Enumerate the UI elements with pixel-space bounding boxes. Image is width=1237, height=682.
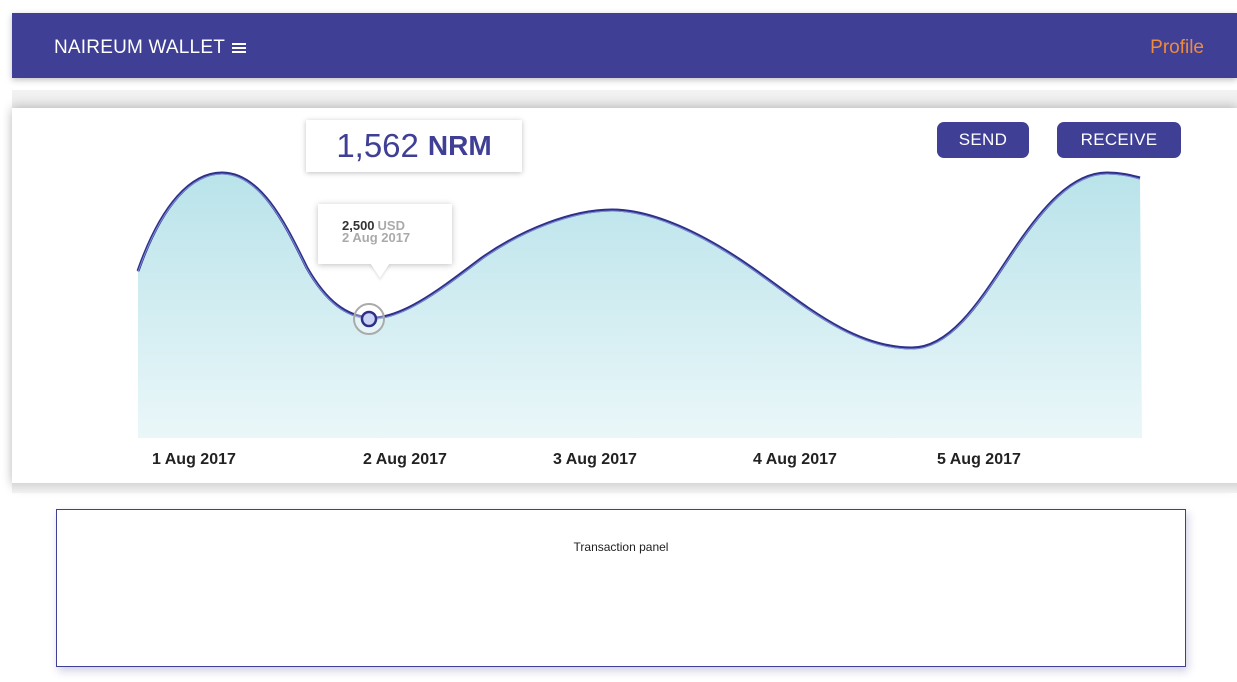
- x-axis-tick-label: 2 Aug 2017: [363, 451, 447, 468]
- app-brand[interactable]: NAIREUM WALLET: [54, 37, 247, 59]
- balance-chart-card: 1,562 NRM SEND RECEIVE 2,500 USD 2 Aug 20…: [12, 108, 1237, 483]
- balance-display: 1,562 NRM: [306, 120, 522, 172]
- x-axis-tick-label: 3 Aug 2017: [553, 451, 637, 468]
- x-axis-tick-label: 4 Aug 2017: [753, 451, 837, 468]
- x-axis-tick-label: 5 Aug 2017: [937, 451, 1021, 468]
- data-point-marker[interactable]: [360, 310, 378, 328]
- balance-area-chart: [136, 171, 1142, 438]
- hamburger-menu-icon[interactable]: [232, 43, 247, 54]
- send-button[interactable]: SEND: [937, 122, 1029, 158]
- tooltip-date: 2 Aug 2017: [342, 230, 411, 245]
- app-title: NAIREUM WALLET: [54, 37, 226, 58]
- header-separator: [12, 90, 1237, 110]
- balance-unit: NRM: [427, 130, 492, 161]
- receive-button[interactable]: RECEIVE: [1057, 122, 1181, 158]
- balance-amount: 1,562: [336, 127, 419, 164]
- transaction-panel-label: Transaction panel: [573, 540, 669, 554]
- section-separator: [12, 483, 1237, 493]
- x-axis-tick-label: 1 Aug 2017: [152, 451, 236, 468]
- top-navigation-bar: NAIREUM WALLET Profile: [12, 13, 1237, 78]
- chart-tooltip: 2,500 USD 2 Aug 2017: [318, 204, 452, 264]
- profile-link[interactable]: Profile: [1150, 37, 1204, 59]
- transaction-panel: Transaction panel: [56, 509, 1186, 667]
